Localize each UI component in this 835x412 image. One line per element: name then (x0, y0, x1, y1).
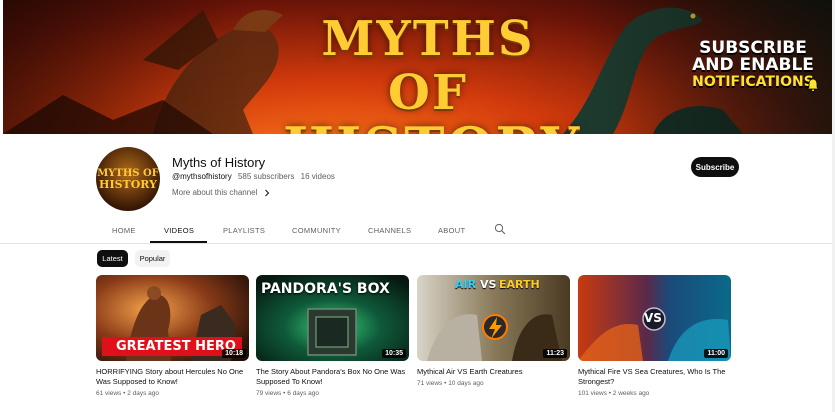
view-count: 101 views (578, 390, 607, 397)
thumbnail-text: PANDORA'S BOX (261, 281, 390, 297)
chevron-right-icon (265, 189, 270, 196)
bell-icon (806, 78, 820, 92)
upload-age: 2 days ago (127, 390, 159, 397)
tabs-divider (0, 243, 835, 244)
thumbnail-text-earth: EARTH (499, 278, 540, 291)
video-title[interactable]: HORRIFYING Story about Hercules No One W… (96, 367, 249, 387)
thumbnail-text-air: AIR (455, 278, 477, 291)
avatar-line2: HISTORY (99, 178, 157, 191)
channel-name: Myths of History (172, 155, 266, 170)
channel-tabs: HOME VIDEOS PLAYLISTS COMMUNITY CHANNELS… (96, 222, 740, 243)
upload-age: 6 days ago (287, 390, 319, 397)
view-count: 71 views (417, 380, 443, 387)
filter-chip-latest[interactable]: Latest (97, 250, 128, 267)
tab-videos[interactable]: VIDEOS (164, 226, 194, 235)
search-icon[interactable] (494, 223, 506, 235)
video-card[interactable]: AIR VS EARTH 11:23 Mythical Air VS Earth… (417, 275, 570, 387)
thumbnail-text-vs: VS (480, 278, 497, 291)
video-meta: 61 views • 2 days ago (96, 390, 159, 397)
video-title[interactable]: Mythical Fire VS Sea Creatures, Who Is T… (578, 367, 731, 387)
banner-subscribe-cta: SUBSCRIBE AND ENABLE NOTIFICATIONS (688, 40, 820, 92)
video-thumbnail[interactable]: PANDORA'S BOX 10:35 (256, 275, 409, 361)
channel-avatar[interactable]: MYTHS OF HISTORY (96, 147, 160, 211)
video-duration: 11:23 (543, 349, 567, 358)
channel-banner: MYTHS OF HISTORY SUBSCRIBE AND ENABLE NO… (3, 0, 832, 134)
tab-home[interactable]: HOME (112, 226, 136, 235)
channel-handle: @mythsofhistory (172, 172, 232, 181)
video-meta: 71 views • 10 days ago (417, 380, 484, 387)
banner-cta-line3: NOTIFICATIONS (692, 74, 814, 90)
tab-community[interactable]: COMMUNITY (292, 226, 341, 235)
tab-about[interactable]: ABOUT (438, 226, 465, 235)
more-about-label: More about this channel (172, 188, 258, 197)
video-meta: 79 views • 6 days ago (256, 390, 319, 397)
video-thumbnail[interactable]: GREATEST HERO 10:18 (96, 275, 249, 361)
thumbnail-text-vs: VS (644, 311, 662, 325)
video-meta: 101 views • 2 weeks ago (578, 390, 650, 397)
video-card[interactable]: VS 11:00 Mythical Fire VS Sea Creatures,… (578, 275, 731, 397)
video-count: 16 videos (300, 172, 335, 181)
banner-title-line1: MYTHS OF (321, 11, 535, 121)
tab-channels[interactable]: CHANNELS (368, 226, 411, 235)
channel-meta: @mythsofhistory 585 subscribers 16 video… (172, 172, 335, 181)
upload-age: 2 weeks ago (612, 390, 650, 397)
filter-chip-popular[interactable]: Popular (135, 250, 170, 267)
tab-playlists[interactable]: PLAYLISTS (223, 226, 265, 235)
video-card[interactable]: PANDORA'S BOX 10:35 The Story About Pand… (256, 275, 409, 397)
video-duration: 10:35 (382, 349, 406, 358)
more-about-channel-link[interactable]: More about this channel (172, 188, 271, 197)
banner-cta-line2: AND ENABLE (692, 55, 814, 75)
thumbnail-text: GREATEST HERO (116, 339, 236, 354)
video-thumbnail[interactable]: VS 11:00 (578, 275, 731, 361)
video-title[interactable]: The Story About Pandora's Box No One Was… (256, 367, 409, 387)
subscriber-count: 585 subscribers (237, 172, 295, 181)
upload-age: 10 days ago (448, 380, 484, 387)
video-duration: 11:00 (704, 349, 728, 358)
subscribe-button[interactable]: Subscribe (691, 157, 739, 177)
banner-title-line2: HISTORY (283, 120, 579, 134)
video-duration: 10:18 (222, 349, 246, 358)
view-count: 79 views (256, 390, 282, 397)
video-title[interactable]: Mythical Air VS Earth Creatures (417, 367, 570, 377)
video-thumbnail[interactable]: AIR VS EARTH 11:23 (417, 275, 570, 361)
view-count: 61 views (96, 390, 122, 397)
banner-title: MYTHS OF HISTORY (283, 11, 579, 134)
video-card[interactable]: GREATEST HERO 10:18 HORRIFYING Story abo… (96, 275, 249, 397)
